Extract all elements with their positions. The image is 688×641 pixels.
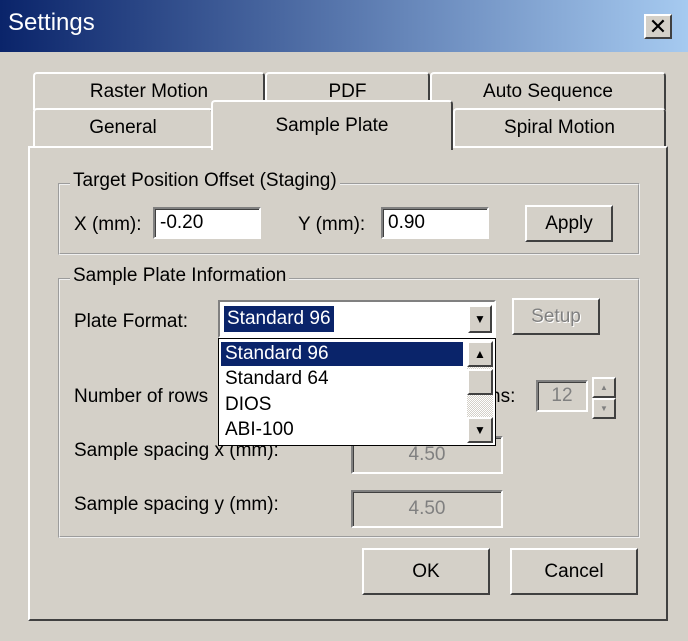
cancel-button[interactable]: Cancel (510, 548, 638, 595)
tab-auto-sequence[interactable]: Auto Sequence (430, 72, 666, 110)
y-offset-label: Y (mm): (298, 214, 366, 235)
columns-input[interactable] (536, 380, 588, 412)
x-offset-input[interactable] (153, 207, 261, 239)
arrow-up-icon[interactable]: ▲ (467, 341, 493, 367)
tab-sample-plate[interactable]: Sample Plate (211, 100, 453, 150)
plate-info-legend: Sample Plate Information (70, 265, 290, 287)
option-standard-64[interactable]: Standard 64 (221, 367, 463, 391)
dropdown-scrollbar[interactable]: ▲ ▼ (467, 341, 493, 443)
target-offset-legend: Target Position Offset (Staging) (70, 170, 340, 192)
chevron-down-icon: ▼ (474, 312, 486, 326)
plate-format-label: Plate Format: (74, 311, 189, 332)
window-title: Settings (8, 9, 95, 36)
close-button[interactable]: ✕ (644, 14, 672, 39)
dropdown-button[interactable]: ▼ (468, 305, 492, 333)
scroll-thumb[interactable] (467, 369, 493, 395)
plate-format-select[interactable]: Standard 96 ▼ (218, 300, 496, 338)
spacing-y-label: Sample spacing y (mm): (74, 494, 279, 515)
spacing-y-input[interactable] (351, 490, 503, 528)
option-abi-100[interactable]: ABI-100 (221, 418, 463, 442)
y-offset-input[interactable] (381, 207, 489, 239)
title-bar: Settings ✕ (0, 0, 688, 52)
tab-spiral-motion[interactable]: Spiral Motion (453, 108, 666, 146)
option-dios[interactable]: DIOS (221, 393, 463, 417)
tab-general[interactable]: General (33, 108, 213, 146)
arrow-down-icon[interactable]: ▼ (467, 417, 493, 443)
plate-format-dropdown: Standard 96 Standard 64 DIOS ABI-100 ▲ ▼ (218, 338, 496, 446)
x-offset-label: X (mm): (74, 214, 142, 235)
option-standard-96[interactable]: Standard 96 (221, 342, 463, 366)
close-icon: ✕ (648, 13, 668, 39)
setup-button[interactable]: Setup (512, 298, 600, 335)
spin-down-icon[interactable]: ▼ (592, 398, 616, 419)
spin-up-icon[interactable]: ▲ (592, 377, 616, 398)
apply-button[interactable]: Apply (525, 205, 613, 242)
rows-label: Number of rows (74, 386, 209, 407)
columns-spinner[interactable]: ▲ ▼ (592, 377, 616, 419)
plate-format-value: Standard 96 (224, 306, 334, 332)
ok-button[interactable]: OK (362, 548, 490, 595)
